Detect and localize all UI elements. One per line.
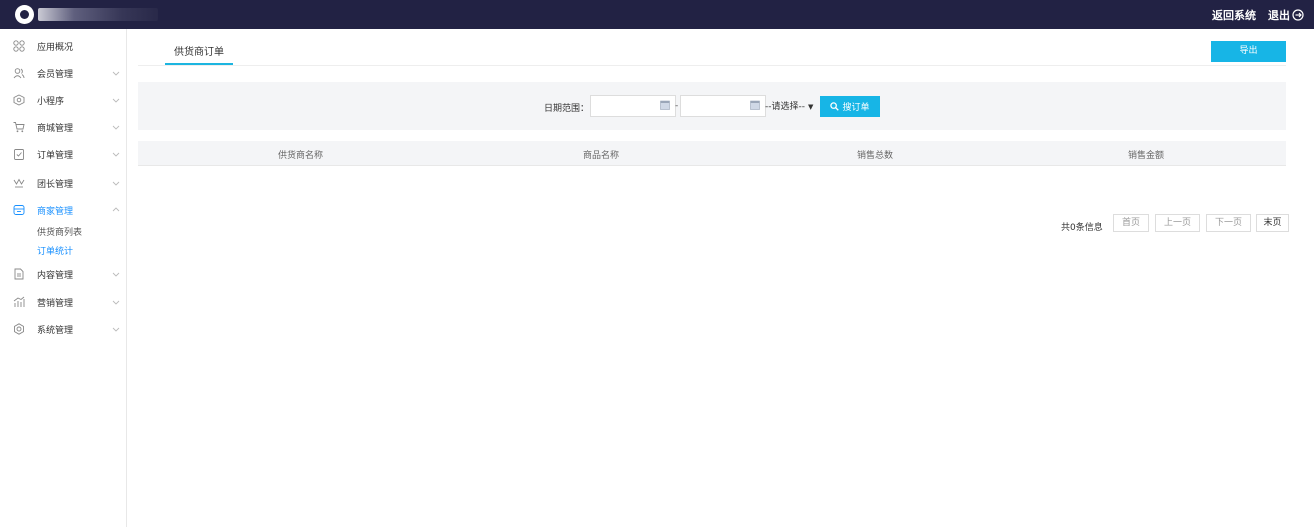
search-button-label: 搜订单 xyxy=(842,103,870,113)
logout-label: 退出 xyxy=(1268,8,1290,22)
sidebar-item-marketing[interactable]: 营销管理 xyxy=(0,292,126,312)
crown-icon xyxy=(13,178,25,188)
status-select-value: --请选择-- xyxy=(765,102,805,112)
search-icon xyxy=(830,102,840,111)
settings-icon xyxy=(14,323,24,335)
chevron-down-icon xyxy=(112,152,120,157)
sidebar-item-label: 会员管理 xyxy=(37,69,74,80)
date-range-label: 日期范围： xyxy=(544,104,590,114)
sidebar-item-content[interactable]: 内容管理 xyxy=(0,264,126,284)
logout-link[interactable]: 退出 xyxy=(1268,7,1304,23)
column-header-amount: 销售金额 xyxy=(1128,151,1165,161)
sidebar-item-mall[interactable]: 商城管理 xyxy=(0,117,126,137)
chevron-down-icon xyxy=(112,300,120,305)
column-header-supplier: 供货商名称 xyxy=(278,151,324,161)
chevron-down-icon xyxy=(112,272,120,277)
top-right-actions: 返回系统 退出 xyxy=(1212,0,1304,29)
cart-icon xyxy=(13,122,25,133)
pagination-prev[interactable]: 上一页 xyxy=(1155,214,1200,232)
pagination-first[interactable]: 首页 xyxy=(1113,214,1149,232)
top-bar: 返回系统 退出 xyxy=(0,0,1314,29)
sidebar-item-orders[interactable]: 订单管理 xyxy=(0,144,126,164)
app-logo xyxy=(15,5,34,24)
app-name-blurred xyxy=(38,8,158,21)
chevron-down-icon xyxy=(112,71,120,76)
status-select[interactable]: --请选择-- ▼ xyxy=(765,99,813,112)
sidebar: 应用概况 会员管理 小程序 商城管理 订单管理 团长管理 商家管理 供货商列表 … xyxy=(0,29,127,527)
sidebar-item-label: 系统管理 xyxy=(37,325,74,336)
chevron-down-icon xyxy=(112,98,120,103)
chevron-down-icon xyxy=(112,125,120,130)
return-system-link[interactable]: 返回系统 xyxy=(1212,7,1256,23)
users-icon xyxy=(13,68,25,79)
export-button[interactable]: 导出 xyxy=(1211,41,1286,62)
chevron-up-icon xyxy=(112,207,120,212)
column-header-quantity: 销售总数 xyxy=(857,151,894,161)
sidebar-item-label: 营销管理 xyxy=(37,298,74,309)
sidebar-item-overview[interactable]: 应用概况 xyxy=(0,36,126,56)
calendar-icon[interactable] xyxy=(750,100,760,110)
pagination-next[interactable]: 下一页 xyxy=(1206,214,1251,232)
chevron-down-icon xyxy=(112,181,120,186)
sidebar-item-label: 团长管理 xyxy=(37,179,74,190)
calendar-icon[interactable] xyxy=(660,100,670,110)
grid-icon xyxy=(13,40,25,52)
sidebar-item-label: 商家管理 xyxy=(37,206,74,217)
sidebar-item-members[interactable]: 会员管理 xyxy=(0,63,126,83)
date-separator: - xyxy=(675,101,679,111)
chart-icon xyxy=(13,296,25,307)
sidebar-item-label: 商城管理 xyxy=(37,123,74,134)
sidebar-item-merchants[interactable]: 商家管理 xyxy=(0,200,126,220)
pagination-last[interactable]: 末页 xyxy=(1256,214,1289,232)
caret-down-icon: ▼ xyxy=(808,103,814,111)
order-icon xyxy=(14,149,24,160)
sidebar-item-miniprogram[interactable]: 小程序 xyxy=(0,90,126,110)
tab-supplier-orders[interactable]: 供货商订单 xyxy=(165,41,233,65)
sidebar-item-label: 订单管理 xyxy=(37,150,74,161)
store-icon xyxy=(13,205,25,215)
sidebar-item-label: 小程序 xyxy=(37,96,65,107)
sidebar-subitem-supplier-list[interactable]: 供货商列表 xyxy=(37,225,82,238)
chevron-down-icon xyxy=(112,327,120,332)
sidebar-subitem-order-stats[interactable]: 订单统计 xyxy=(37,244,73,257)
sidebar-item-leaders[interactable]: 团长管理 xyxy=(0,173,126,193)
document-icon xyxy=(14,268,24,280)
sidebar-item-label: 应用概况 xyxy=(37,42,74,53)
miniprogram-icon xyxy=(13,94,25,106)
column-header-product: 商品名称 xyxy=(583,151,620,161)
sidebar-item-system[interactable]: 系统管理 xyxy=(0,319,126,339)
pagination-total: 共0条信息 xyxy=(1061,223,1103,233)
search-orders-button[interactable]: 搜订单 xyxy=(820,96,880,117)
tab-divider xyxy=(138,65,1286,66)
sidebar-item-label: 内容管理 xyxy=(37,270,74,281)
logout-icon xyxy=(1292,8,1304,21)
